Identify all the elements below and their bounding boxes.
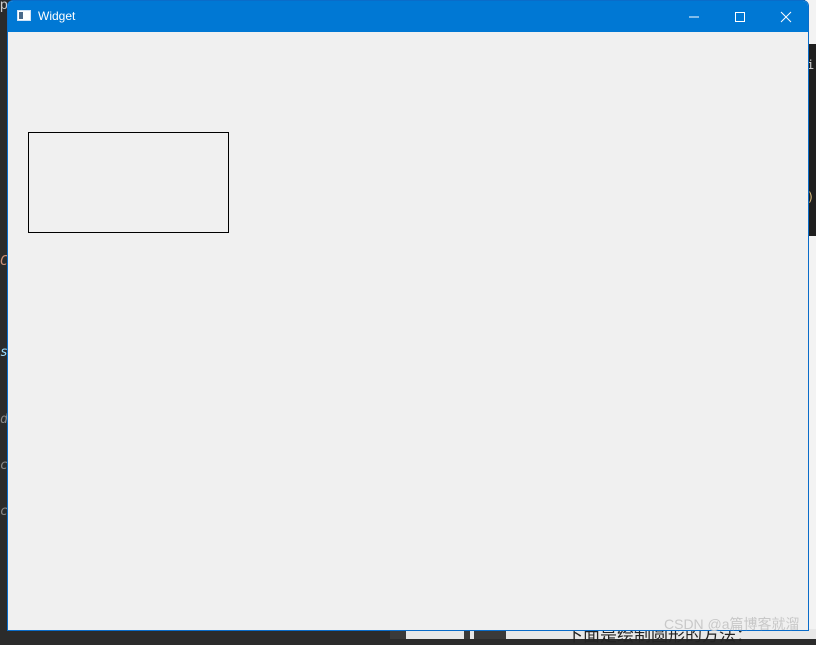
watermark: CSDN @a篇博客就溜 bbox=[664, 616, 800, 632]
widget-window: Widget bbox=[7, 0, 809, 631]
close-icon bbox=[780, 11, 792, 23]
drawn-rectangle bbox=[28, 132, 229, 233]
widget-client-area bbox=[8, 32, 808, 630]
maximize-icon bbox=[735, 12, 745, 22]
minimize-button[interactable] bbox=[671, 1, 717, 32]
window-title: Widget bbox=[38, 9, 76, 23]
minimize-icon bbox=[689, 16, 699, 18]
app-window-icon[interactable] bbox=[17, 10, 31, 21]
title-bar[interactable]: Widget bbox=[8, 1, 808, 32]
maximize-button[interactable] bbox=[717, 1, 763, 32]
close-button[interactable] bbox=[763, 1, 808, 32]
